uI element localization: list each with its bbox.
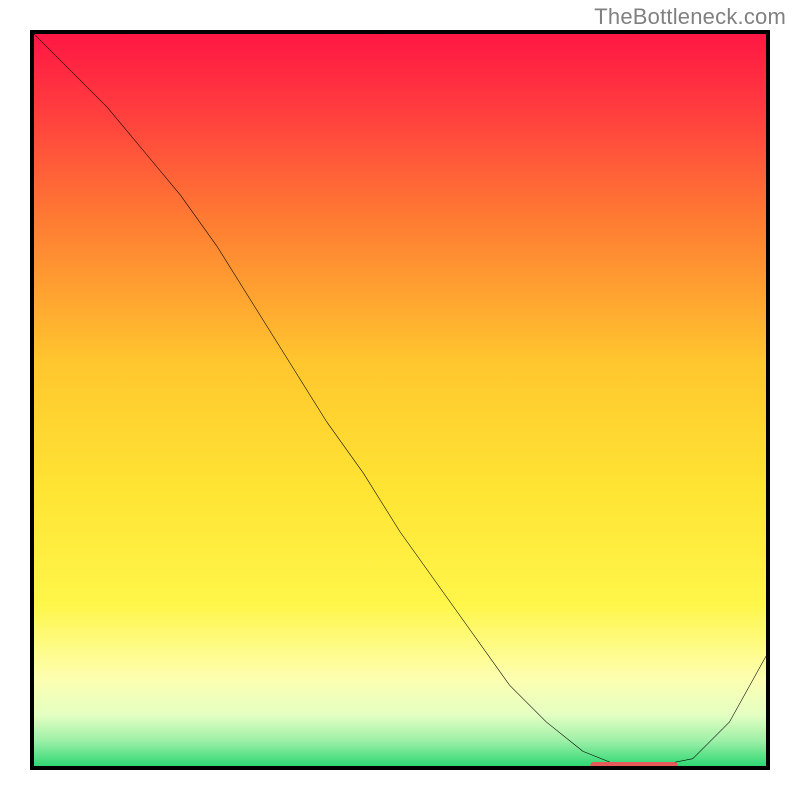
chart-container: TheBottleneck.com: [0, 0, 800, 800]
plot-area: [34, 34, 766, 766]
bottleneck-curve: [34, 34, 766, 766]
watermark-text: TheBottleneck.com: [594, 4, 786, 30]
plot-frame: [30, 30, 770, 770]
optimal-range-marker: [590, 762, 678, 766]
